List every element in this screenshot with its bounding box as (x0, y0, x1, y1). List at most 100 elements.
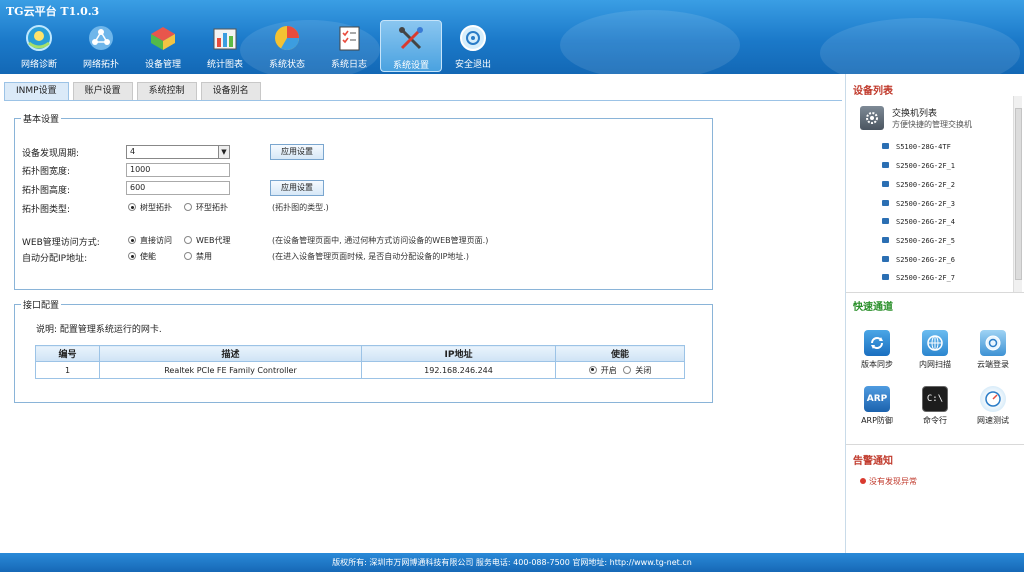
device-cube-icon (147, 22, 179, 54)
discovery-period-value: 4 (130, 147, 136, 156)
column-header-ip: IP地址 (361, 345, 556, 362)
statistics-chart-icon (209, 22, 241, 54)
topology-height-input[interactable]: 600 (126, 181, 230, 195)
command-line-icon: C:\ (922, 386, 948, 412)
tab-divider (4, 100, 842, 101)
quick-label: 内网扫描 (919, 360, 951, 369)
radio-disable[interactable]: 禁用 (184, 251, 212, 263)
radio-label: 树型拓扑 (140, 203, 172, 212)
radio-enable[interactable]: 使能 (128, 251, 156, 263)
interface-description: 说明: 配置管理系统运行的网卡. (36, 325, 162, 335)
quick-cloud-login[interactable]: 云端登录 (966, 330, 1020, 370)
radio-button (128, 252, 136, 260)
switch-device-icon (882, 274, 889, 280)
switch-device-icon (882, 218, 889, 224)
quick-label: 网速测试 (977, 416, 1009, 425)
cloud-decoration (560, 10, 740, 74)
nav-network-diagnosis[interactable]: 网络诊断 (8, 20, 70, 72)
device-list: 交换机列表 方便快捷的管理交换机 S5100-28G-4TF S2500-26G… (846, 96, 1024, 290)
auto-ip-hint: (在进入设备管理页面时候, 是否自动分配设备的IP地址.) (272, 252, 470, 261)
radio-enable-on[interactable]: 开启 (588, 365, 617, 375)
radio-button (128, 203, 136, 211)
alert-title: 告警通知 (853, 456, 893, 467)
column-header-enable: 使能 (555, 345, 685, 362)
table-header-row: 编号 描述 IP地址 使能 (35, 345, 685, 362)
radio-button (588, 365, 597, 374)
switch-list-title[interactable]: 交换机列表 (892, 106, 937, 119)
nav-label: 系统设置 (392, 61, 429, 71)
device-name: S2500-26G-2F_4 (896, 218, 956, 226)
device-name: S2500-26G-2F_3 (896, 200, 956, 208)
list-item[interactable]: S2500-26G-2F_4 (882, 217, 955, 227)
switch-device-icon (882, 256, 889, 262)
radio-button (128, 236, 136, 244)
quick-label: 命令行 (923, 416, 947, 425)
table-row: 1 Realtek PCIe FE Family Controller 192.… (35, 361, 685, 379)
scrollbar-thumb[interactable] (1015, 108, 1022, 280)
alert-text: 没有发现异常 (869, 477, 917, 486)
discovery-period-select[interactable]: 4 ▼ (126, 145, 230, 159)
main-nav: 网络诊断 网络拓扑 设备管理 统计图表 系统状态 系统日志 系统设置 安全退出 (8, 20, 504, 72)
switch-device-icon (882, 200, 889, 206)
switch-device-icon (882, 143, 889, 149)
discovery-period-label: 设备发现周期: (22, 149, 80, 159)
tab-system-control[interactable]: 系统控制 (136, 82, 197, 100)
tab-device-alias[interactable]: 设备别名 (200, 82, 261, 100)
radio-web-proxy[interactable]: WEB代理 (184, 235, 230, 247)
topology-type-hint: (拓扑图的类型.) (272, 203, 329, 212)
nav-system-status[interactable]: 系统状态 (256, 20, 318, 72)
list-item[interactable]: S2500-26G-2F_1 (882, 161, 955, 171)
quick-version-sync[interactable]: 版本同步 (850, 330, 904, 370)
cloud-login-icon (980, 330, 1006, 356)
radio-label: 使能 (140, 252, 156, 261)
list-item[interactable]: S2500-26G-2F_2 (882, 180, 955, 190)
nav-label: 系统状态 (268, 60, 305, 70)
topology-width-label: 拓扑图宽度: (22, 167, 71, 177)
device-name: S5100-28G-4TF (896, 143, 951, 151)
nav-safe-exit[interactable]: 安全退出 (442, 20, 504, 72)
list-item[interactable]: S2500-26G-2F_6 (882, 255, 955, 265)
nav-network-topology[interactable]: 网络拓扑 (70, 20, 132, 72)
device-name: S2500-26G-2F_7 (896, 274, 956, 282)
nav-system-settings[interactable]: 系统设置 (380, 20, 442, 72)
nav-statistics[interactable]: 统计图表 (194, 20, 256, 72)
radio-direct-access[interactable]: 直接访问 (128, 235, 172, 247)
apply-settings-button[interactable]: 应用设置 (270, 144, 324, 160)
radio-ring-topology[interactable]: 环型拓扑 (184, 202, 228, 214)
quick-command-line[interactable]: C:\ 命令行 (908, 386, 962, 426)
basic-settings-legend: 基本设置 (23, 115, 60, 125)
column-header-description: 描述 (99, 345, 362, 362)
right-sidebar: 设备列表 交换机列表 方便快捷的管理交换机 S5100-28G-4TF S250… (845, 74, 1024, 553)
tab-inmp-settings[interactable]: INMP设置 (4, 82, 69, 100)
basic-settings-panel: 基本设置 (14, 112, 713, 290)
radio-label: 禁用 (196, 252, 212, 261)
quick-label: 版本同步 (861, 360, 893, 369)
list-item[interactable]: S2500-26G-2F_5 (882, 236, 955, 246)
nav-system-log[interactable]: 系统日志 (318, 20, 380, 72)
list-item[interactable]: S5100-28G-4TF (882, 142, 951, 152)
apply-settings-button-2[interactable]: 应用设置 (270, 180, 324, 196)
quick-access-title: 快速通道 (853, 302, 893, 313)
topology-width-input[interactable]: 1000 (126, 163, 230, 177)
tools-settings-icon (395, 23, 427, 55)
radio-button (184, 236, 192, 244)
divider (846, 292, 1024, 293)
radio-tree-topology[interactable]: 树型拓扑 (128, 202, 172, 214)
list-item[interactable]: S2500-26G-2F_3 (882, 199, 955, 209)
list-item[interactable]: S2500-26G-2F_7 (882, 273, 955, 283)
tab-account-settings[interactable]: 账户设置 (72, 82, 133, 100)
alert-message: 没有发现异常 (860, 476, 917, 487)
quick-speed-test[interactable]: 网速测试 (966, 386, 1020, 426)
radio-label: 关闭 (635, 365, 652, 375)
chevron-down-icon: ▼ (218, 146, 229, 158)
quick-intranet-scan[interactable]: 内网扫描 (908, 330, 962, 370)
radio-label: WEB代理 (196, 236, 231, 245)
sync-icon (864, 330, 890, 356)
cell-no: 1 (35, 361, 100, 379)
nav-label: 设备管理 (144, 60, 181, 70)
cell-enable: 开启 关闭 (555, 361, 685, 379)
radio-enable-off[interactable]: 关闭 (623, 365, 652, 375)
nav-device-management[interactable]: 设备管理 (132, 20, 194, 72)
device-list-scrollbar[interactable] (1013, 96, 1022, 292)
quick-arp-defense[interactable]: ARP ARP防御 (850, 386, 904, 426)
